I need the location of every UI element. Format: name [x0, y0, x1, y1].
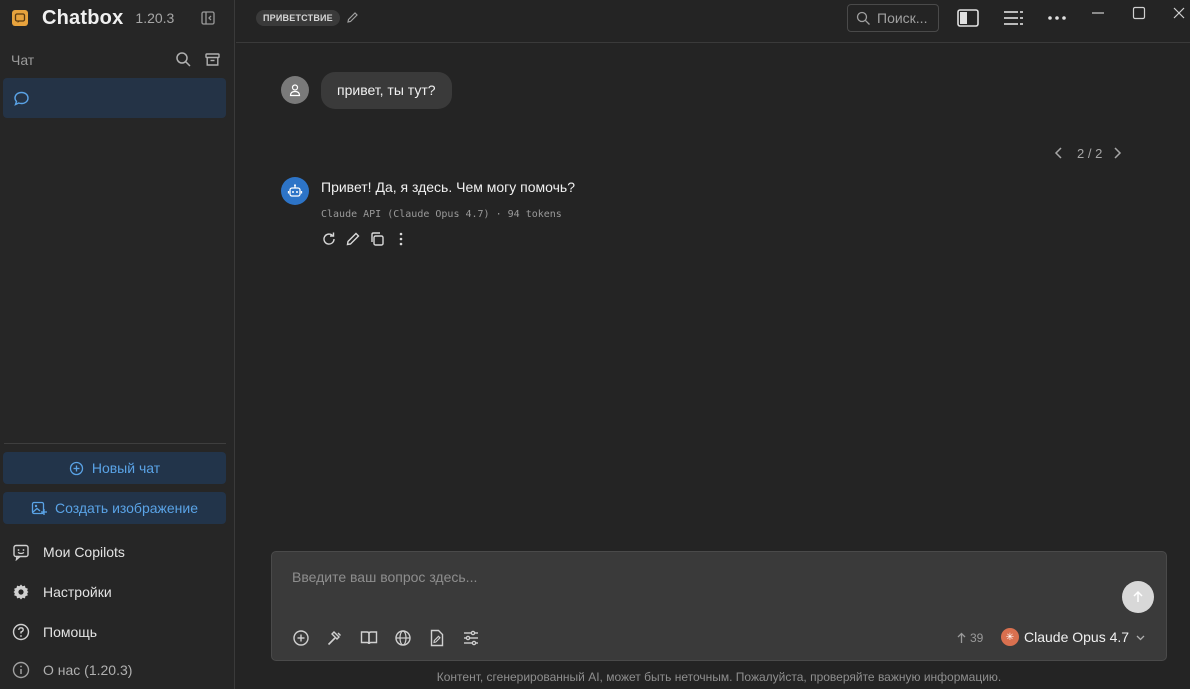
attach-plus-icon[interactable]	[292, 629, 310, 647]
topic-badge[interactable]: ПРИВЕТСТВИЕ	[256, 10, 340, 26]
user-icon	[289, 84, 301, 97]
sidebar: Chatbox 1.20.3 Чат Новый чат Создать изо…	[0, 0, 235, 689]
user-message: привет, ты тут?	[321, 72, 452, 109]
create-image-label: Создать изображение	[54, 500, 199, 516]
web-browse-icon[interactable]	[394, 629, 412, 647]
robot-icon	[287, 184, 303, 197]
message-composer: Введите ваш вопрос здесь... 39 ✳ Claude …	[271, 551, 1167, 661]
more-vertical-icon[interactable]	[393, 231, 409, 247]
message-meta: Claude API (Claude Opus 4.7) · 94 tokens	[321, 209, 562, 220]
sidebar-divider	[4, 443, 226, 444]
search-icon[interactable]	[175, 51, 192, 68]
help-circle-icon	[12, 623, 30, 641]
section-title: Чат	[11, 52, 35, 68]
archive-icon[interactable]	[204, 51, 221, 68]
message-input[interactable]: Введите ваш вопрос здесь...	[292, 569, 477, 585]
search-placeholder: Поиск...	[877, 10, 928, 26]
more-horizontal-icon[interactable]	[1046, 8, 1068, 28]
model-selector[interactable]: ✳ Claude Opus 4.7	[1001, 628, 1146, 646]
user-avatar	[281, 76, 309, 104]
pager-count: 2 / 2	[1077, 145, 1103, 161]
message-actions	[321, 231, 409, 247]
search-input[interactable]: Поиск...	[847, 4, 939, 32]
collapse-sidebar-icon[interactable]	[200, 10, 216, 26]
brand: Chatbox 1.20.3	[12, 6, 174, 30]
edit-pencil-icon[interactable]	[345, 231, 361, 247]
chat-section-header: Чат	[11, 50, 221, 70]
copy-icon[interactable]	[369, 231, 385, 247]
sidebar-item-help[interactable]: Помощь	[12, 621, 97, 643]
chatbox-logo-icon	[12, 10, 28, 26]
chat-list-item[interactable]	[3, 78, 226, 118]
plus-circle-icon	[69, 461, 83, 475]
image-plus-icon	[31, 501, 47, 515]
top-bar: ПРИВЕТСТВИЕ Поиск...	[236, 0, 1190, 43]
chevron-left-icon[interactable]	[1053, 146, 1065, 160]
create-image-button[interactable]: Создать изображение	[3, 492, 226, 524]
chat-bubble-icon	[14, 91, 29, 106]
copilot-icon	[13, 544, 29, 561]
book-knowledge-icon[interactable]	[360, 629, 378, 647]
app-window: Chatbox 1.20.3 Чат Новый чат Создать изо…	[0, 0, 1190, 689]
window-maximize-icon[interactable]	[1132, 6, 1146, 20]
regenerate-icon[interactable]	[321, 231, 337, 247]
sliders-settings-icon[interactable]	[462, 629, 480, 647]
window-minimize-icon[interactable]	[1091, 6, 1105, 20]
split-panel-icon[interactable]	[957, 8, 979, 28]
composer-tools	[292, 629, 480, 647]
new-chat-button[interactable]: Новый чат	[3, 452, 226, 484]
arrow-up-icon	[1133, 590, 1143, 602]
search-icon	[856, 11, 870, 25]
sidebar-item-about[interactable]: О нас (1.20.3)	[12, 659, 132, 681]
message-list-icon[interactable]	[1002, 8, 1024, 28]
assistant-avatar	[281, 177, 309, 205]
sidebar-item-copilots[interactable]: Мои Copilots	[12, 541, 125, 563]
app-name: Chatbox	[42, 6, 124, 29]
sidebar-item-label: О нас (1.20.3)	[43, 662, 133, 678]
info-icon	[12, 661, 30, 679]
reply-pager: 2 / 2	[1053, 144, 1123, 162]
chevron-down-icon	[1136, 635, 1145, 640]
sidebar-item-label: Мои Copilots	[43, 544, 125, 560]
assistant-message: Привет! Да, я здесь. Чем могу помочь?	[321, 179, 576, 195]
context-count-value: 39	[970, 631, 984, 645]
sidebar-item-settings[interactable]: Настройки	[12, 581, 112, 603]
chevron-right-icon[interactable]	[1111, 146, 1123, 160]
model-name: Claude Opus 4.7	[1024, 629, 1130, 645]
sidebar-item-label: Помощь	[43, 624, 98, 640]
file-edit-icon[interactable]	[428, 629, 446, 647]
window-close-icon[interactable]	[1172, 6, 1186, 20]
arrow-up-icon	[957, 632, 966, 643]
app-version: 1.20.3	[135, 10, 175, 26]
hammer-tools-icon[interactable]	[326, 629, 344, 647]
new-chat-label: Новый чат	[91, 460, 161, 476]
context-count[interactable]: 39	[956, 631, 983, 645]
sidebar-item-label: Настройки	[43, 584, 112, 600]
send-button[interactable]	[1122, 581, 1154, 613]
edit-pencil-icon[interactable]	[346, 11, 359, 24]
gear-icon	[13, 584, 29, 600]
claude-logo-icon: ✳	[1001, 628, 1019, 646]
disclaimer-text: Контент, сгенерированный AI, может быть …	[436, 670, 1002, 684]
